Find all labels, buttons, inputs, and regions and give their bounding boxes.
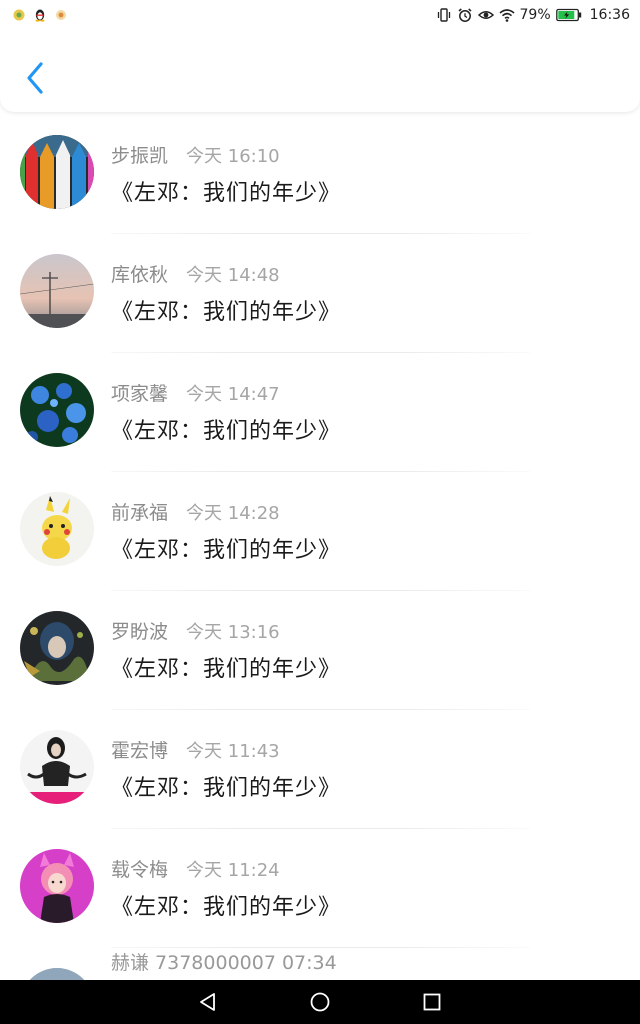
- comment-text: 《左邓：我们的年少》: [111, 895, 342, 920]
- list-item[interactable]: 步振凯 今天 16:10 《左邓：我们的年少》: [0, 115, 640, 234]
- list-item[interactable]: 项家馨 今天 14:47 《左邓：我们的年少》: [0, 353, 640, 472]
- user-name[interactable]: 步振凯: [111, 141, 168, 168]
- triangle-back-icon: [200, 993, 215, 1011]
- alarm-icon: [458, 8, 472, 22]
- list-item[interactable]: 库依秋 今天 14:48 《左邓：我们的年少》: [0, 234, 640, 353]
- user-name[interactable]: 库依秋: [111, 260, 168, 287]
- comment-meta: 霍宏博 今天 11:43: [111, 736, 280, 763]
- timestamp: 今天 11:24: [186, 860, 280, 881]
- list-item[interactable]: 霍宏博 今天 11:43 《左邓：我们的年少》: [0, 710, 640, 829]
- nav-back-button[interactable]: [193, 987, 223, 1017]
- square-recents-icon: [423, 993, 441, 1011]
- nav-home-button[interactable]: [305, 987, 335, 1017]
- user-name[interactable]: 罗盼波: [111, 617, 168, 644]
- comment-text: 《左邓：我们的年少》: [111, 776, 342, 801]
- battery-charging-icon: [555, 8, 581, 22]
- comment-text: 《左邓：我们的年少》: [111, 538, 342, 563]
- comment-text: 《左邓：我们的年少》: [111, 181, 342, 206]
- timestamp: 今天 16:10: [186, 146, 280, 167]
- avatar[interactable]: [20, 135, 94, 209]
- timestamp: 今天 11:43: [186, 741, 280, 762]
- status-bar: 79% 16:36: [0, 0, 640, 30]
- notification-app-icon: [13, 9, 25, 21]
- qq-penguin-icon: [35, 9, 45, 22]
- user-name[interactable]: 前承福: [111, 498, 168, 525]
- clock: 16:36: [589, 7, 630, 23]
- wifi-icon: [498, 9, 515, 22]
- comment-text: 《左邓：我们的年少》: [111, 657, 342, 682]
- screen: 79% 16:36 步振凯 今天 16:10 《左邓：我们的年少》 库依秋 今天…: [0, 0, 640, 1024]
- avatar[interactable]: [20, 730, 94, 804]
- comment-meta: 步振凯 今天 16:10: [111, 141, 280, 168]
- avatar[interactable]: [20, 492, 94, 566]
- partial-row-text: 赫谦 7378000007 07:34: [111, 952, 337, 974]
- notification-app-icon: [56, 10, 66, 20]
- timestamp: 今天 14:47: [186, 384, 280, 405]
- system-icons: 79% 16:36: [436, 7, 630, 23]
- chevron-left-icon: [27, 62, 43, 94]
- list-item[interactable]: 载令梅 今天 11:24 《左邓：我们的年少》: [0, 829, 640, 948]
- list-item[interactable]: 罗盼波 今天 13:16 《左邓：我们的年少》: [0, 591, 640, 710]
- notification-icons: [12, 8, 68, 22]
- avatar[interactable]: [20, 373, 94, 447]
- comment-list: 步振凯 今天 16:10 《左邓：我们的年少》 库依秋 今天 14:48 《左邓…: [0, 115, 640, 1024]
- comment-meta: 项家馨 今天 14:47: [111, 379, 280, 406]
- nav-recents-button[interactable]: [417, 987, 447, 1017]
- comment-meta: 前承福 今天 14:28: [111, 498, 280, 525]
- comment-meta: 罗盼波 今天 13:16: [111, 617, 280, 644]
- back-button[interactable]: [18, 58, 52, 98]
- avatar[interactable]: [20, 254, 94, 328]
- system-nav-bar: [0, 980, 640, 1024]
- timestamp: 今天 14:28: [186, 503, 280, 524]
- timestamp: 今天 13:16: [186, 622, 280, 643]
- timestamp: 今天 14:48: [186, 265, 280, 286]
- eye-icon: [477, 11, 494, 19]
- comment-meta: 库依秋 今天 14:48: [111, 260, 280, 287]
- battery-percent: 79%: [519, 7, 551, 23]
- comment-text: 《左邓：我们的年少》: [111, 419, 342, 444]
- avatar[interactable]: [20, 849, 94, 923]
- vibrate-icon: [437, 8, 450, 22]
- user-name[interactable]: 载令梅: [111, 855, 168, 882]
- comment-meta: 载令梅 今天 11:24: [111, 855, 280, 882]
- avatar[interactable]: [20, 611, 94, 685]
- list-item[interactable]: 前承福 今天 14:28 《左邓：我们的年少》: [0, 472, 640, 591]
- user-name[interactable]: 项家馨: [111, 379, 168, 406]
- comment-text: 《左邓：我们的年少》: [111, 300, 342, 325]
- user-name[interactable]: 霍宏博: [111, 736, 168, 763]
- circle-home-icon: [310, 992, 330, 1012]
